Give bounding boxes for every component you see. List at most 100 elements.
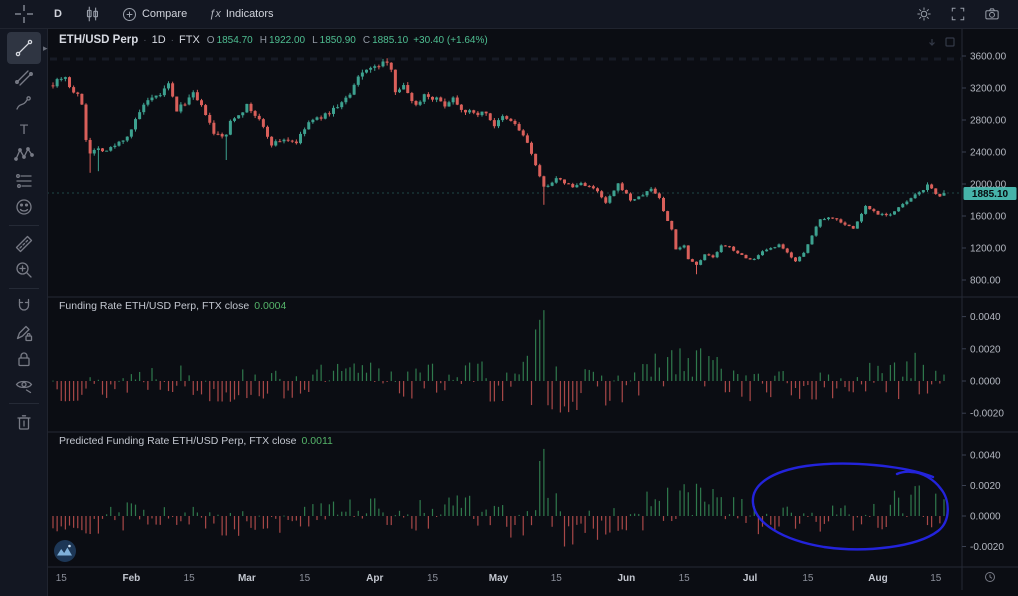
- predicted-funding-rate-legend: Predicted Funding Rate ETH/USD Perp, FTX…: [59, 435, 333, 447]
- indicators-button[interactable]: ƒx Indicators: [205, 6, 277, 22]
- hide-all-drawings-icon: [13, 374, 35, 396]
- snapshot-camera-icon[interactable]: [980, 2, 1004, 26]
- funding-rate-value: 0.0004: [254, 300, 286, 312]
- svg-text:0.0020: 0.0020: [970, 481, 1001, 492]
- svg-text:May: May: [489, 573, 509, 584]
- svg-text:2800.00: 2800.00: [970, 116, 1007, 127]
- svg-text:15: 15: [930, 573, 942, 584]
- tool-magnet-mode[interactable]: [7, 294, 41, 320]
- tool-stay-in-drawing-mode[interactable]: [7, 320, 41, 346]
- lock-all-drawings-icon: [13, 348, 35, 370]
- compare-label: Compare: [142, 8, 187, 20]
- svg-text:Mar: Mar: [238, 573, 256, 584]
- open-value: 1854.70: [217, 35, 253, 46]
- fx-icon: ƒx: [209, 8, 221, 20]
- svg-text:15: 15: [802, 573, 814, 584]
- svg-text:15: 15: [56, 573, 68, 584]
- close-label: C: [363, 35, 370, 46]
- tool-remove-objects[interactable]: [7, 409, 41, 435]
- svg-text:Jun: Jun: [617, 573, 635, 584]
- svg-text:2400.00: 2400.00: [970, 148, 1007, 159]
- top-toolbar: D Compare ƒx Indicators: [0, 0, 1018, 29]
- svg-text:800.00: 800.00: [970, 276, 1001, 287]
- funding-rate-title[interactable]: Funding Rate ETH/USD Perp, FTX close: [59, 300, 249, 312]
- tool-hide-all-drawings[interactable]: [7, 372, 41, 398]
- svg-text:0.0040: 0.0040: [970, 451, 1001, 462]
- brush-icon: [13, 92, 35, 114]
- predicted-funding-rate-value: 0.0011: [302, 435, 333, 447]
- legend-separator: ·: [143, 35, 146, 46]
- compare-button[interactable]: Compare: [118, 5, 191, 24]
- predicted-funding-rate-title[interactable]: Predicted Funding Rate ETH/USD Perp, FTX…: [59, 435, 297, 447]
- tool-text-tool[interactable]: T: [7, 116, 41, 142]
- trading-chart-app: D Compare ƒx Indicators: [0, 0, 1018, 596]
- compare-plus-icon: [122, 7, 137, 22]
- svg-text:15: 15: [184, 573, 196, 584]
- crosshair-icon[interactable]: [12, 2, 36, 26]
- tool-xabcd-pattern[interactable]: [7, 142, 41, 168]
- emoji-icon: [13, 196, 35, 218]
- funding-rate-legend: Funding Rate ETH/USD Perp, FTX close 0.0…: [59, 300, 286, 312]
- svg-text:0.0000: 0.0000: [970, 512, 1001, 523]
- svg-text:Aug: Aug: [868, 573, 887, 584]
- gann-fib-tools-icon: [13, 66, 35, 88]
- svg-text:0.0000: 0.0000: [970, 377, 1001, 388]
- low-label: L: [312, 35, 318, 46]
- tool-emoji[interactable]: [7, 194, 41, 220]
- svg-text:0.0020: 0.0020: [970, 344, 1001, 355]
- ruler-measure-icon: [13, 233, 35, 255]
- open-label: O: [207, 35, 215, 46]
- xabcd-pattern-icon: [13, 144, 35, 166]
- svg-text:3200.00: 3200.00: [970, 84, 1007, 95]
- svg-text:15: 15: [551, 573, 563, 584]
- tool-brush[interactable]: [7, 90, 41, 116]
- sidebar-divider: [9, 225, 39, 226]
- svg-text:15: 15: [427, 573, 439, 584]
- toolbar-left-group: D Compare ƒx Indicators: [0, 2, 278, 26]
- svg-text:15: 15: [299, 573, 311, 584]
- sidebar-divider: [9, 288, 39, 289]
- sidebar-divider: [9, 403, 39, 404]
- symbol-exchange[interactable]: FTX: [179, 34, 200, 46]
- svg-text:1885.10: 1885.10: [972, 189, 1009, 200]
- svg-text:-0.0020: -0.0020: [970, 409, 1004, 420]
- drawing-tools-sidebar: ▸T: [0, 28, 48, 596]
- tool-forecast-position-tools[interactable]: [7, 168, 41, 194]
- svg-text:2000.00: 2000.00: [970, 180, 1007, 191]
- forecast-position-tools-icon: [13, 170, 35, 192]
- svg-text:Jul: Jul: [743, 573, 758, 584]
- svg-text:0.0040: 0.0040: [970, 312, 1001, 323]
- trend-line-icon: [13, 37, 35, 59]
- svg-text:Feb: Feb: [122, 573, 140, 584]
- symbol-title[interactable]: ETH/USD Perp: [59, 34, 138, 46]
- time-axis[interactable]: 15Feb15Mar15Apr15May15Jun15Jul15Aug15: [56, 573, 942, 584]
- cloud-logo-icon[interactable]: [54, 540, 76, 562]
- tool-ruler-measure[interactable]: [7, 231, 41, 257]
- svg-text:T: T: [19, 121, 28, 137]
- fullscreen-icon[interactable]: [946, 2, 970, 26]
- symbol-interval[interactable]: 1D: [152, 34, 166, 46]
- stay-in-drawing-mode-icon: [13, 322, 35, 344]
- low-value: 1850.90: [320, 35, 356, 46]
- zoom-in-icon: [13, 259, 35, 281]
- svg-text:1600.00: 1600.00: [970, 212, 1007, 223]
- high-label: H: [260, 35, 267, 46]
- svg-text:15: 15: [679, 573, 691, 584]
- settings-gear-icon[interactable]: [912, 2, 936, 26]
- legend-separator: ·: [171, 35, 174, 46]
- interval-button[interactable]: D: [50, 6, 66, 22]
- text-tool-icon: T: [13, 118, 35, 140]
- high-value: 1922.00: [269, 35, 305, 46]
- tool-lock-all-drawings[interactable]: [7, 346, 41, 372]
- chart-canvas[interactable]: 1885.10 3600.00 3200.00 2800.00 2400.00 2000.…: [0, 0, 1018, 596]
- magnet-mode-icon: [13, 296, 35, 318]
- chart-style-candles-icon[interactable]: [80, 2, 104, 26]
- tool-trend-line[interactable]: ▸: [7, 32, 41, 64]
- tool-expand-chevron-icon[interactable]: ▸: [43, 43, 48, 54]
- svg-text:-0.0020: -0.0020: [970, 542, 1004, 553]
- change-value: +30.40 (+1.64%): [413, 35, 488, 46]
- svg-text:3600.00: 3600.00: [970, 52, 1007, 63]
- symbol-legend: ETH/USD Perp · 1D · FTX O 1854.70 H 1922…: [59, 34, 488, 46]
- tool-gann-fib-tools[interactable]: [7, 64, 41, 90]
- tool-zoom-in[interactable]: [7, 257, 41, 283]
